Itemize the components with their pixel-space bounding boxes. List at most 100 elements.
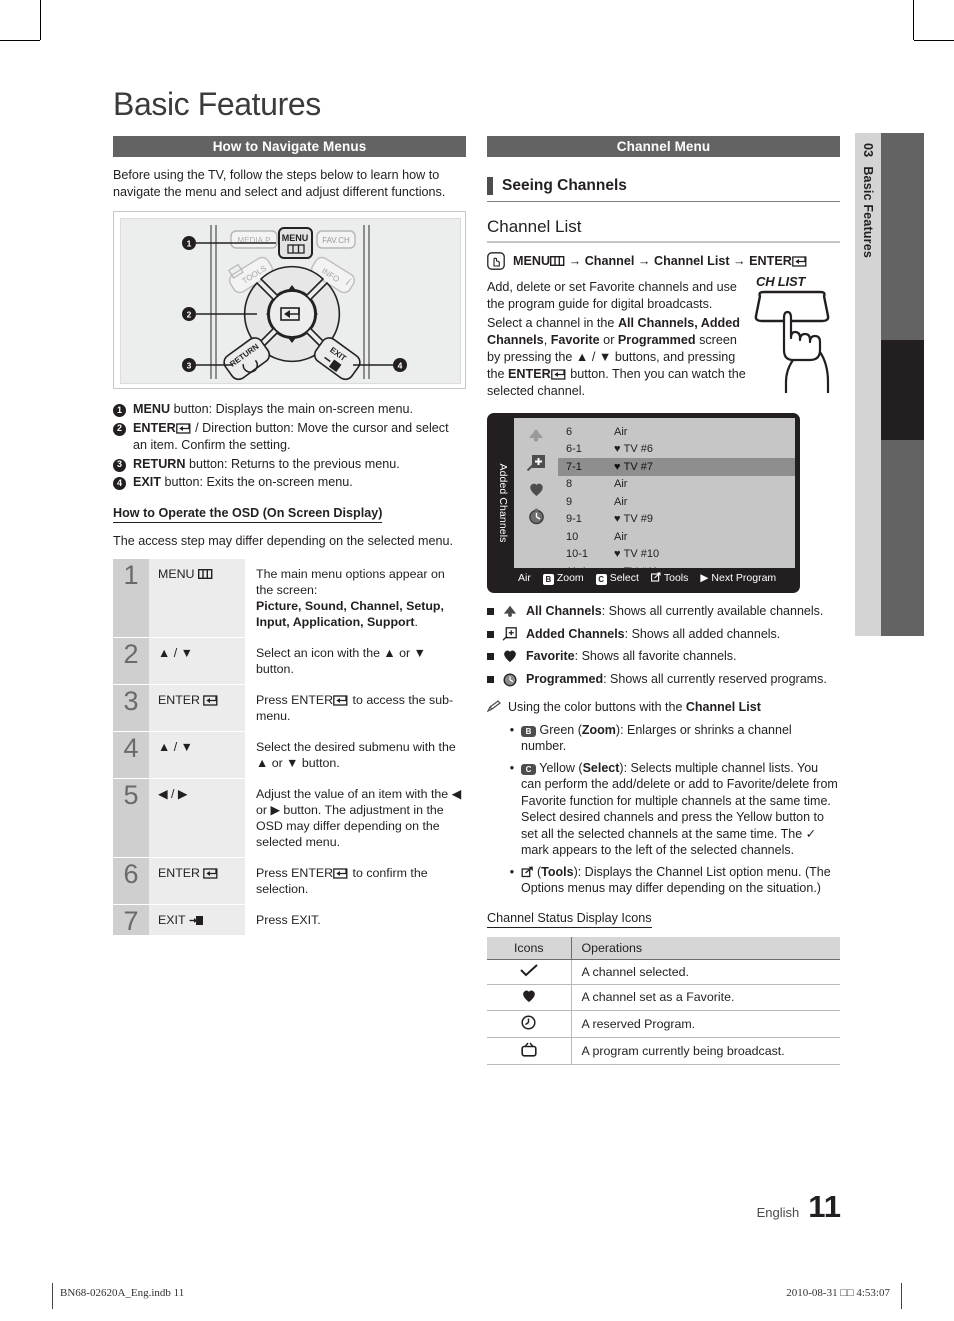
tv-tools-action[interactable]: Tools xyxy=(650,572,688,584)
chapter-number: 03 xyxy=(861,143,875,158)
osd-note: The access step may differ depending on … xyxy=(113,533,454,548)
legend-bullet-1: 1 xyxy=(113,404,126,417)
chapter-side-tab: 03 Basic Features xyxy=(855,133,881,636)
check-icon xyxy=(487,959,572,985)
section-header-navigate: How to Navigate Menus xyxy=(113,136,466,157)
table-row: 2 ▲ / ▼ Select an icon with the ▲ or ▼ b… xyxy=(113,636,466,684)
column-header-icons: Icons xyxy=(487,936,572,960)
heart-icon xyxy=(487,984,572,1011)
status-operation: A channel set as a Favorite. xyxy=(571,984,840,1011)
step-button: ENTER xyxy=(149,683,245,731)
section-header-channel-menu: Channel Menu xyxy=(487,136,840,157)
tv-mode: Air xyxy=(518,572,531,584)
tv-icon xyxy=(487,1037,572,1065)
tv-channel-row[interactable]: 8 Air xyxy=(558,476,795,494)
all-channels-icon xyxy=(529,429,543,442)
intro-paragraph: Before using the TV, follow the steps be… xyxy=(113,168,446,199)
tv-category-label: Added Channels xyxy=(497,463,509,543)
tools-icon xyxy=(650,572,661,582)
tv-category-label-strip: Added Channels xyxy=(492,418,514,588)
svg-text:FAV.CH: FAV.CH xyxy=(322,236,350,245)
step-description: Press ENTER to confirm the selection. xyxy=(245,856,466,904)
bullet-square xyxy=(487,653,494,660)
step-number: 2 xyxy=(113,636,149,684)
status-operation: A program currently being broadcast. xyxy=(571,1037,840,1065)
step-description: Adjust the value of an item with the ◀ o… xyxy=(245,777,466,857)
tv-channel-rows: 6 Air 6-1 ♥ TV #6 7-1 ♥ TV #7 8 Air 9 Air 9-1… xyxy=(558,418,795,588)
list-item: Favorite: Shows all favorite channels. xyxy=(487,648,840,668)
footer-file-name: BN68-02620A_Eng.indb 11 xyxy=(60,1287,185,1299)
list-item: • (Tools): Displays the Channel List opt… xyxy=(509,864,831,896)
remote-control-diagram: MEDIA.P MENU FAV.CH TOOLS INFO i RETURN … xyxy=(182,225,407,381)
footer-rule-right xyxy=(901,1283,902,1309)
seeing-channels-label: Seeing Channels xyxy=(502,177,627,194)
enter-icon xyxy=(333,867,348,879)
favorite-icon xyxy=(500,649,520,668)
tv-channel-row[interactable]: 6-1 ♥ TV #6 xyxy=(558,441,795,459)
step-button: ▲ / ▼ xyxy=(149,636,245,684)
crop-mark-tl-v xyxy=(40,0,41,40)
status-icons-subheading: Channel Status Display Icons xyxy=(487,911,652,928)
enter-icon xyxy=(333,694,348,706)
step-description: The main menu options appear on the scre… xyxy=(245,558,466,637)
chapter-name: Basic Features xyxy=(861,166,875,259)
channel-body-2: Select a channel in the All Channels, Ad… xyxy=(487,316,746,398)
color-buttons-note: Using the color buttons with the Channel… xyxy=(486,699,840,897)
table-row: A channel set as a Favorite. xyxy=(487,984,840,1011)
tv-category-icons xyxy=(514,418,558,588)
tv-channel-list-screen: Added Channels 6 Air 6-1 ♥ TV #6 7-1 ♥ T… xyxy=(487,413,800,593)
step-button: ▲ / ▼ xyxy=(149,730,245,778)
tv-zoom-action[interactable]: B Zoom xyxy=(542,572,584,585)
step-description: Select an icon with the ▲ or ▼ button. xyxy=(245,636,466,684)
table-row: 3 ENTER Press ENTER to access the sub-me… xyxy=(113,683,466,731)
channel-list-heading: Channel List xyxy=(487,217,840,243)
enter-icon xyxy=(550,369,566,380)
remote-control-figure: MEDIA.P MENU FAV.CH TOOLS INFO i RETURN … xyxy=(113,211,466,389)
remote-legend-list: 1 MENU button: Displays the main on-scre… xyxy=(113,401,466,492)
step-number: 3 xyxy=(113,683,149,731)
table-row: A reserved Program. xyxy=(487,1010,840,1038)
table-row: A channel selected. xyxy=(487,959,840,985)
list-item: • C Yellow (Select): Selects multiple ch… xyxy=(509,760,838,858)
menu-icon xyxy=(197,568,213,579)
enter-icon xyxy=(203,867,218,879)
right-column: Channel Menu Seeing Channels Channel Lis… xyxy=(486,136,840,1065)
step-button: EXIT xyxy=(149,903,245,935)
chapter-tab-marker xyxy=(881,340,924,440)
step-number: 1 xyxy=(113,558,149,637)
svg-text:MENU: MENU xyxy=(282,233,309,243)
legend-bullet-2: 2 xyxy=(113,422,126,436)
legend-item-1: 1 MENU button: Displays the main on-scre… xyxy=(113,401,466,419)
list-item: All Channels: Shows all currently availa… xyxy=(487,603,840,623)
bullet-square xyxy=(487,608,494,615)
footer-timestamp: 2010-08-31 □□ 4:53:07 xyxy=(786,1287,890,1299)
legend-item-3: 3 RETURN button: Returns to the previous… xyxy=(113,456,466,474)
tv-select-action[interactable]: C Select xyxy=(595,572,639,585)
programmed-icon xyxy=(500,672,520,692)
hand-pressing-button-icon xyxy=(754,290,830,393)
table-row: A program currently being broadcast. xyxy=(487,1037,840,1065)
channel-list-description: Add, delete or set Favorite channels and… xyxy=(487,274,840,400)
bullet-dot: • xyxy=(509,864,515,879)
osd-steps-table: 1 MENU The main menu options appear on t… xyxy=(113,558,466,935)
table-row: 7 EXIT Press EXIT. xyxy=(113,903,466,935)
tv-channel-row-selected[interactable]: 7-1 ♥ TV #7 xyxy=(558,458,795,476)
step-number: 6 xyxy=(113,856,149,904)
table-row: 4 ▲ / ▼ Select the desired submenu with … xyxy=(113,730,466,778)
tv-channel-row[interactable]: 10-1 ♥ TV #10 xyxy=(558,546,795,564)
tv-channel-row[interactable]: 6 Air xyxy=(558,423,795,441)
tv-channel-row[interactable]: 9-1 ♥ TV #9 xyxy=(558,511,795,529)
tv-next-program-action[interactable]: ▶ Next Program xyxy=(700,572,776,584)
yellow-button-key: C xyxy=(521,763,536,775)
list-item: Programmed: Shows all currently reserved… xyxy=(487,671,840,692)
print-footer: BN68-02620A_Eng.indb 11 2010-08-31 □□ 4:… xyxy=(0,1283,954,1309)
legend-item-4: 4 EXIT button: Exits the on-screen menu. xyxy=(113,474,466,492)
channel-body-1: Add, delete or set Favorite channels and… xyxy=(487,280,737,311)
svg-text:2: 2 xyxy=(187,310,192,320)
tools-icon xyxy=(521,866,533,877)
crop-mark-tr-v xyxy=(913,0,914,40)
green-button-key: B xyxy=(521,725,536,737)
tv-channel-row[interactable]: 10 Air xyxy=(558,528,795,546)
tv-channel-row[interactable]: 9 Air xyxy=(558,493,795,511)
seeing-channels-heading: Seeing Channels xyxy=(487,177,840,202)
